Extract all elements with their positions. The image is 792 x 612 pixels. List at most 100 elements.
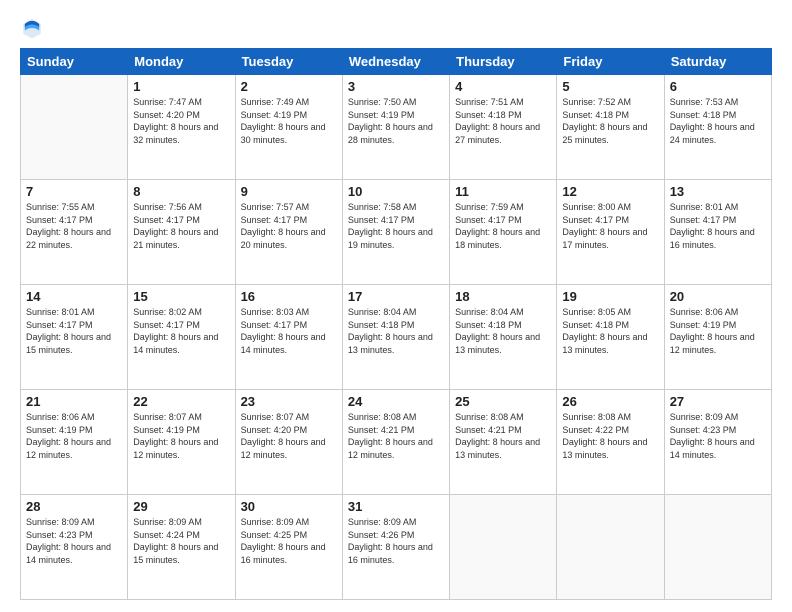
cell-info: Sunrise: 8:08 AM Sunset: 4:21 PM Dayligh…	[348, 411, 444, 461]
day-number: 10	[348, 184, 444, 199]
calendar-cell: 29 Sunrise: 8:09 AM Sunset: 4:24 PM Dayl…	[128, 495, 235, 600]
day-number: 11	[455, 184, 551, 199]
calendar-cell: 2 Sunrise: 7:49 AM Sunset: 4:19 PM Dayli…	[235, 75, 342, 180]
cell-info: Sunrise: 7:50 AM Sunset: 4:19 PM Dayligh…	[348, 96, 444, 146]
calendar-cell: 13 Sunrise: 8:01 AM Sunset: 4:17 PM Dayl…	[664, 180, 771, 285]
cell-info: Sunrise: 8:09 AM Sunset: 4:23 PM Dayligh…	[670, 411, 766, 461]
day-number: 25	[455, 394, 551, 409]
day-number: 17	[348, 289, 444, 304]
calendar-cell: 31 Sunrise: 8:09 AM Sunset: 4:26 PM Dayl…	[342, 495, 449, 600]
cell-info: Sunrise: 8:01 AM Sunset: 4:17 PM Dayligh…	[26, 306, 122, 356]
day-number: 2	[241, 79, 337, 94]
day-number: 20	[670, 289, 766, 304]
header	[20, 16, 772, 40]
weekday-header-friday: Friday	[557, 49, 664, 75]
day-number: 13	[670, 184, 766, 199]
calendar-cell: 11 Sunrise: 7:59 AM Sunset: 4:17 PM Dayl…	[450, 180, 557, 285]
calendar-week-4: 21 Sunrise: 8:06 AM Sunset: 4:19 PM Dayl…	[21, 390, 772, 495]
calendar-cell	[664, 495, 771, 600]
day-number: 8	[133, 184, 229, 199]
cell-info: Sunrise: 8:08 AM Sunset: 4:21 PM Dayligh…	[455, 411, 551, 461]
weekday-header-thursday: Thursday	[450, 49, 557, 75]
calendar-week-3: 14 Sunrise: 8:01 AM Sunset: 4:17 PM Dayl…	[21, 285, 772, 390]
calendar-cell: 21 Sunrise: 8:06 AM Sunset: 4:19 PM Dayl…	[21, 390, 128, 495]
day-number: 6	[670, 79, 766, 94]
calendar-cell: 28 Sunrise: 8:09 AM Sunset: 4:23 PM Dayl…	[21, 495, 128, 600]
cell-info: Sunrise: 8:04 AM Sunset: 4:18 PM Dayligh…	[348, 306, 444, 356]
calendar-cell: 6 Sunrise: 7:53 AM Sunset: 4:18 PM Dayli…	[664, 75, 771, 180]
day-number: 5	[562, 79, 658, 94]
calendar-week-1: 1 Sunrise: 7:47 AM Sunset: 4:20 PM Dayli…	[21, 75, 772, 180]
day-number: 3	[348, 79, 444, 94]
page: SundayMondayTuesdayWednesdayThursdayFrid…	[0, 0, 792, 612]
day-number: 18	[455, 289, 551, 304]
calendar-cell: 10 Sunrise: 7:58 AM Sunset: 4:17 PM Dayl…	[342, 180, 449, 285]
day-number: 7	[26, 184, 122, 199]
cell-info: Sunrise: 8:09 AM Sunset: 4:23 PM Dayligh…	[26, 516, 122, 566]
calendar-cell: 19 Sunrise: 8:05 AM Sunset: 4:18 PM Dayl…	[557, 285, 664, 390]
cell-info: Sunrise: 7:57 AM Sunset: 4:17 PM Dayligh…	[241, 201, 337, 251]
cell-info: Sunrise: 8:07 AM Sunset: 4:19 PM Dayligh…	[133, 411, 229, 461]
day-number: 16	[241, 289, 337, 304]
cell-info: Sunrise: 8:05 AM Sunset: 4:18 PM Dayligh…	[562, 306, 658, 356]
calendar-cell: 4 Sunrise: 7:51 AM Sunset: 4:18 PM Dayli…	[450, 75, 557, 180]
day-number: 21	[26, 394, 122, 409]
cell-info: Sunrise: 8:07 AM Sunset: 4:20 PM Dayligh…	[241, 411, 337, 461]
cell-info: Sunrise: 7:55 AM Sunset: 4:17 PM Dayligh…	[26, 201, 122, 251]
day-number: 12	[562, 184, 658, 199]
weekday-header-monday: Monday	[128, 49, 235, 75]
calendar-cell: 20 Sunrise: 8:06 AM Sunset: 4:19 PM Dayl…	[664, 285, 771, 390]
cell-info: Sunrise: 7:53 AM Sunset: 4:18 PM Dayligh…	[670, 96, 766, 146]
day-number: 19	[562, 289, 658, 304]
calendar-cell	[557, 495, 664, 600]
cell-info: Sunrise: 8:01 AM Sunset: 4:17 PM Dayligh…	[670, 201, 766, 251]
calendar-cell: 27 Sunrise: 8:09 AM Sunset: 4:23 PM Dayl…	[664, 390, 771, 495]
cell-info: Sunrise: 7:59 AM Sunset: 4:17 PM Dayligh…	[455, 201, 551, 251]
calendar-cell: 12 Sunrise: 8:00 AM Sunset: 4:17 PM Dayl…	[557, 180, 664, 285]
calendar-week-5: 28 Sunrise: 8:09 AM Sunset: 4:23 PM Dayl…	[21, 495, 772, 600]
day-number: 26	[562, 394, 658, 409]
day-number: 28	[26, 499, 122, 514]
day-number: 4	[455, 79, 551, 94]
day-number: 24	[348, 394, 444, 409]
weekday-header-sunday: Sunday	[21, 49, 128, 75]
calendar-table: SundayMondayTuesdayWednesdayThursdayFrid…	[20, 48, 772, 600]
calendar-cell: 26 Sunrise: 8:08 AM Sunset: 4:22 PM Dayl…	[557, 390, 664, 495]
calendar-cell	[21, 75, 128, 180]
calendar-cell: 30 Sunrise: 8:09 AM Sunset: 4:25 PM Dayl…	[235, 495, 342, 600]
day-number: 30	[241, 499, 337, 514]
day-number: 31	[348, 499, 444, 514]
cell-info: Sunrise: 8:06 AM Sunset: 4:19 PM Dayligh…	[670, 306, 766, 356]
cell-info: Sunrise: 8:06 AM Sunset: 4:19 PM Dayligh…	[26, 411, 122, 461]
cell-info: Sunrise: 8:09 AM Sunset: 4:24 PM Dayligh…	[133, 516, 229, 566]
weekday-header-tuesday: Tuesday	[235, 49, 342, 75]
day-number: 14	[26, 289, 122, 304]
weekday-header-saturday: Saturday	[664, 49, 771, 75]
cell-info: Sunrise: 8:08 AM Sunset: 4:22 PM Dayligh…	[562, 411, 658, 461]
cell-info: Sunrise: 8:00 AM Sunset: 4:17 PM Dayligh…	[562, 201, 658, 251]
cell-info: Sunrise: 7:58 AM Sunset: 4:17 PM Dayligh…	[348, 201, 444, 251]
calendar-cell: 24 Sunrise: 8:08 AM Sunset: 4:21 PM Dayl…	[342, 390, 449, 495]
day-number: 9	[241, 184, 337, 199]
calendar-cell: 9 Sunrise: 7:57 AM Sunset: 4:17 PM Dayli…	[235, 180, 342, 285]
cell-info: Sunrise: 8:09 AM Sunset: 4:26 PM Dayligh…	[348, 516, 444, 566]
cell-info: Sunrise: 7:49 AM Sunset: 4:19 PM Dayligh…	[241, 96, 337, 146]
cell-info: Sunrise: 7:56 AM Sunset: 4:17 PM Dayligh…	[133, 201, 229, 251]
weekday-header-row: SundayMondayTuesdayWednesdayThursdayFrid…	[21, 49, 772, 75]
day-number: 27	[670, 394, 766, 409]
logo-icon	[20, 16, 44, 40]
cell-info: Sunrise: 7:52 AM Sunset: 4:18 PM Dayligh…	[562, 96, 658, 146]
cell-info: Sunrise: 8:09 AM Sunset: 4:25 PM Dayligh…	[241, 516, 337, 566]
day-number: 29	[133, 499, 229, 514]
calendar-cell: 5 Sunrise: 7:52 AM Sunset: 4:18 PM Dayli…	[557, 75, 664, 180]
calendar-cell: 23 Sunrise: 8:07 AM Sunset: 4:20 PM Dayl…	[235, 390, 342, 495]
calendar-cell: 7 Sunrise: 7:55 AM Sunset: 4:17 PM Dayli…	[21, 180, 128, 285]
cell-info: Sunrise: 8:02 AM Sunset: 4:17 PM Dayligh…	[133, 306, 229, 356]
calendar-week-2: 7 Sunrise: 7:55 AM Sunset: 4:17 PM Dayli…	[21, 180, 772, 285]
calendar-cell: 18 Sunrise: 8:04 AM Sunset: 4:18 PM Dayl…	[450, 285, 557, 390]
cell-info: Sunrise: 8:03 AM Sunset: 4:17 PM Dayligh…	[241, 306, 337, 356]
logo	[20, 16, 48, 40]
calendar-cell	[450, 495, 557, 600]
day-number: 1	[133, 79, 229, 94]
calendar-cell: 25 Sunrise: 8:08 AM Sunset: 4:21 PM Dayl…	[450, 390, 557, 495]
